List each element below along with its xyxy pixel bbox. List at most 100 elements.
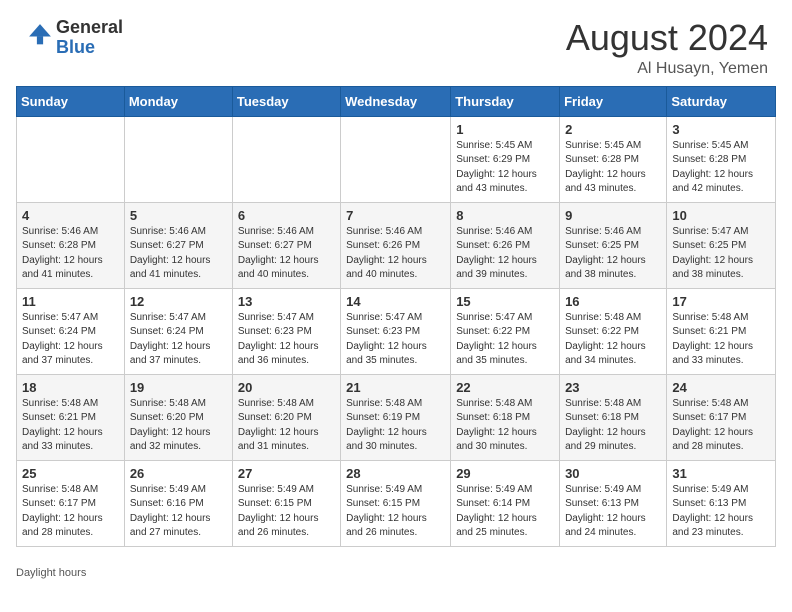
day-info: Sunrise: 5:46 AM Sunset: 6:27 PM Dayligh… <box>238 225 335 283</box>
day-header: Saturday <box>667 86 776 116</box>
day-info: Sunrise: 5:48 AM Sunset: 6:18 PM Dayligh… <box>456 397 554 455</box>
calendar-day-cell: 13 Sunrise: 5:47 AM Sunset: 6:23 PM Dayli… <box>232 288 340 374</box>
day-number: 27 <box>238 466 335 481</box>
day-header: Wednesday <box>341 86 451 116</box>
calendar-day-cell <box>232 116 340 202</box>
day-info: Sunrise: 5:47 AM Sunset: 6:22 PM Dayligh… <box>456 311 554 369</box>
day-info: Sunrise: 5:49 AM Sunset: 6:15 PM Dayligh… <box>238 483 335 541</box>
title-block: August 2024 Al Husayn, Yemen <box>566 18 768 78</box>
day-number: 18 <box>22 380 119 395</box>
calendar-day-cell: 4 Sunrise: 5:46 AM Sunset: 6:28 PM Daylig… <box>17 202 125 288</box>
day-number: 20 <box>238 380 335 395</box>
day-info: Sunrise: 5:48 AM Sunset: 6:22 PM Dayligh… <box>565 311 661 369</box>
day-info: Sunrise: 5:48 AM Sunset: 6:20 PM Dayligh… <box>238 397 335 455</box>
calendar-day-cell: 5Sunrise: 5:46 AM Sunset: 6:27 PM Daylig… <box>124 202 232 288</box>
day-number: 17 <box>672 294 770 309</box>
day-number: 19 <box>130 380 227 395</box>
calendar-day-cell: 10 Sunrise: 5:47 AM Sunset: 6:25 PM Dayli… <box>667 202 776 288</box>
calendar-day-cell: 31Sunrise: 5:49 AM Sunset: 6:13 PM Dayli… <box>667 460 776 546</box>
calendar-week-row: 4 Sunrise: 5:46 AM Sunset: 6:28 PM Daylig… <box>17 202 776 288</box>
day-info: Sunrise: 5:47 AM Sunset: 6:24 PM Dayligh… <box>22 311 119 369</box>
calendar-day-cell: 27 Sunrise: 5:49 AM Sunset: 6:15 PM Dayli… <box>232 460 340 546</box>
calendar-week-row: 25Sunrise: 5:48 AM Sunset: 6:17 PM Dayli… <box>17 460 776 546</box>
calendar-day-cell: 6 Sunrise: 5:46 AM Sunset: 6:27 PM Daylig… <box>232 202 340 288</box>
logo-icon <box>26 21 54 49</box>
day-number: 12 <box>130 294 227 309</box>
day-info: Sunrise: 5:49 AM Sunset: 6:13 PM Dayligh… <box>565 483 661 541</box>
day-number: 28 <box>346 466 445 481</box>
day-info: Sunrise: 5:48 AM Sunset: 6:18 PM Dayligh… <box>565 397 661 455</box>
day-info: Sunrise: 5:46 AM Sunset: 6:27 PM Dayligh… <box>130 225 227 283</box>
day-info: Sunrise: 5:48 AM Sunset: 6:20 PM Dayligh… <box>130 397 227 455</box>
day-number: 4 <box>22 208 119 223</box>
calendar-day-cell: 3 Sunrise: 5:45 AM Sunset: 6:28 PM Daylig… <box>667 116 776 202</box>
calendar-day-cell: 1 Sunrise: 5:45 AM Sunset: 6:29 PM Daylig… <box>451 116 560 202</box>
day-info: Sunrise: 5:49 AM Sunset: 6:13 PM Dayligh… <box>672 483 770 541</box>
day-info: Sunrise: 5:45 AM Sunset: 6:28 PM Dayligh… <box>565 139 661 197</box>
day-number: 3 <box>672 122 770 137</box>
calendar-day-cell: 9 Sunrise: 5:46 AM Sunset: 6:25 PM Daylig… <box>560 202 667 288</box>
day-number: 11 <box>22 294 119 309</box>
day-info: Sunrise: 5:48 AM Sunset: 6:17 PM Dayligh… <box>672 397 770 455</box>
day-number: 6 <box>238 208 335 223</box>
day-header: Sunday <box>17 86 125 116</box>
day-info: Sunrise: 5:46 AM Sunset: 6:26 PM Dayligh… <box>346 225 445 283</box>
month-year: August 2024 <box>566 18 768 58</box>
calendar-day-cell: 2 Sunrise: 5:45 AM Sunset: 6:28 PM Daylig… <box>560 116 667 202</box>
calendar-day-cell: 30 Sunrise: 5:49 AM Sunset: 6:13 PM Dayli… <box>560 460 667 546</box>
day-number: 10 <box>672 208 770 223</box>
day-number: 9 <box>565 208 661 223</box>
day-info: Sunrise: 5:47 AM Sunset: 6:23 PM Dayligh… <box>238 311 335 369</box>
day-info: Sunrise: 5:46 AM Sunset: 6:25 PM Dayligh… <box>565 225 661 283</box>
calendar-week-row: 18 Sunrise: 5:48 AM Sunset: 6:21 PM Dayli… <box>17 374 776 460</box>
calendar-day-cell: 24Sunrise: 5:48 AM Sunset: 6:17 PM Dayli… <box>667 374 776 460</box>
day-number: 23 <box>565 380 661 395</box>
calendar-day-cell: 18 Sunrise: 5:48 AM Sunset: 6:21 PM Dayli… <box>17 374 125 460</box>
day-info: Sunrise: 5:48 AM Sunset: 6:21 PM Dayligh… <box>672 311 770 369</box>
day-number: 13 <box>238 294 335 309</box>
calendar-day-cell <box>341 116 451 202</box>
day-info: Sunrise: 5:48 AM Sunset: 6:17 PM Dayligh… <box>22 483 119 541</box>
calendar-week-row: 1 Sunrise: 5:45 AM Sunset: 6:29 PM Daylig… <box>17 116 776 202</box>
day-info: Sunrise: 5:45 AM Sunset: 6:28 PM Dayligh… <box>672 139 770 197</box>
calendar-day-cell: 19 Sunrise: 5:48 AM Sunset: 6:20 PM Dayli… <box>124 374 232 460</box>
calendar-day-cell: 8 Sunrise: 5:46 AM Sunset: 6:26 PM Daylig… <box>451 202 560 288</box>
day-number: 15 <box>456 294 554 309</box>
footer-text: Daylight hours <box>16 567 86 579</box>
day-number: 22 <box>456 380 554 395</box>
day-number: 30 <box>565 466 661 481</box>
logo-blue: Blue <box>56 37 95 57</box>
day-info: Sunrise: 5:45 AM Sunset: 6:29 PM Dayligh… <box>456 139 554 197</box>
day-info: Sunrise: 5:47 AM Sunset: 6:25 PM Dayligh… <box>672 225 770 283</box>
calendar-day-cell: 17 Sunrise: 5:48 AM Sunset: 6:21 PM Dayli… <box>667 288 776 374</box>
calendar-day-cell: 25Sunrise: 5:48 AM Sunset: 6:17 PM Dayli… <box>17 460 125 546</box>
day-info: Sunrise: 5:48 AM Sunset: 6:21 PM Dayligh… <box>22 397 119 455</box>
day-number: 21 <box>346 380 445 395</box>
calendar-day-cell: 7 Sunrise: 5:46 AM Sunset: 6:26 PM Daylig… <box>341 202 451 288</box>
day-info: Sunrise: 5:49 AM Sunset: 6:14 PM Dayligh… <box>456 483 554 541</box>
calendar-day-cell: 15 Sunrise: 5:47 AM Sunset: 6:22 PM Dayli… <box>451 288 560 374</box>
day-info: Sunrise: 5:49 AM Sunset: 6:16 PM Dayligh… <box>130 483 227 541</box>
header: General Blue August 2024 Al Husayn, Yeme… <box>0 0 792 86</box>
day-number: 16 <box>565 294 661 309</box>
calendar-day-cell: 28 Sunrise: 5:49 AM Sunset: 6:15 PM Dayli… <box>341 460 451 546</box>
calendar-day-cell: 11 Sunrise: 5:47 AM Sunset: 6:24 PM Dayli… <box>17 288 125 374</box>
day-info: Sunrise: 5:49 AM Sunset: 6:15 PM Dayligh… <box>346 483 445 541</box>
day-header: Thursday <box>451 86 560 116</box>
footer-note: Daylight hours <box>0 563 792 587</box>
day-number: 29 <box>456 466 554 481</box>
day-number: 14 <box>346 294 445 309</box>
day-number: 1 <box>456 122 554 137</box>
day-info: Sunrise: 5:46 AM Sunset: 6:28 PM Dayligh… <box>22 225 119 283</box>
day-number: 2 <box>565 122 661 137</box>
day-header: Tuesday <box>232 86 340 116</box>
day-number: 8 <box>456 208 554 223</box>
calendar-day-cell: 26Sunrise: 5:49 AM Sunset: 6:16 PM Dayli… <box>124 460 232 546</box>
day-info: Sunrise: 5:46 AM Sunset: 6:26 PM Dayligh… <box>456 225 554 283</box>
day-number: 7 <box>346 208 445 223</box>
calendar-day-cell: 22 Sunrise: 5:48 AM Sunset: 6:18 PM Dayli… <box>451 374 560 460</box>
calendar-day-cell: 20 Sunrise: 5:48 AM Sunset: 6:20 PM Dayli… <box>232 374 340 460</box>
location: Al Husayn, Yemen <box>566 60 768 78</box>
calendar-day-cell: 21Sunrise: 5:48 AM Sunset: 6:19 PM Dayli… <box>341 374 451 460</box>
day-info: Sunrise: 5:47 AM Sunset: 6:23 PM Dayligh… <box>346 311 445 369</box>
